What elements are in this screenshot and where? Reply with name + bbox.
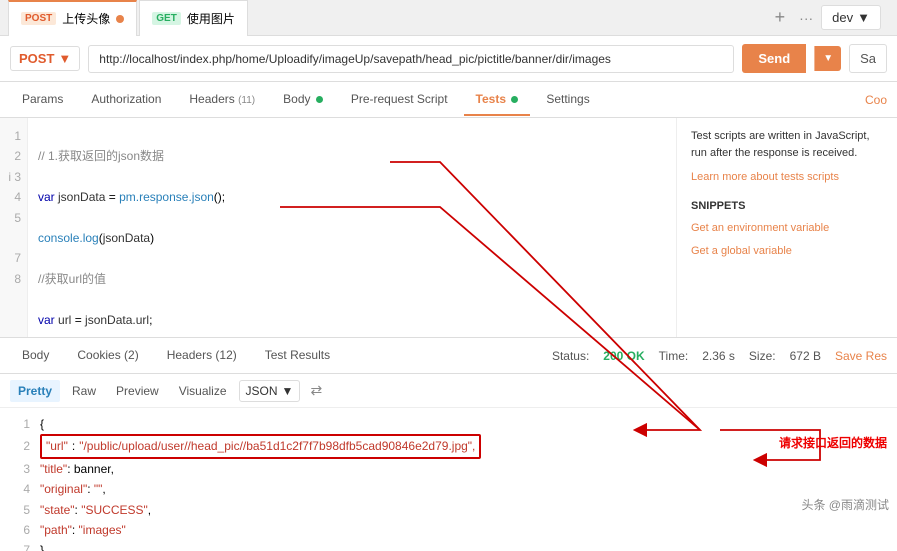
tests-dot [511,96,518,103]
code-content: // 1.获取返回的json数据 var jsonData = pm.respo… [28,118,676,337]
tab-get-image[interactable]: GET 使用图片 [139,0,248,36]
tab-headers[interactable]: Headers (11) [177,84,267,116]
resp-tab-cookies[interactable]: Cookies (2) [65,340,150,372]
response-tabs-bar: Body Cookies (2) Headers (12) Test Resul… [0,338,897,374]
line-num-2: 2 [6,146,21,166]
snippet-global-variable[interactable]: Get a global variable [691,243,883,260]
response-area: Body Cookies (2) Headers (12) Test Resul… [0,338,897,551]
format-select[interactable]: JSON ▼ [239,380,301,402]
more-tabs-button[interactable]: ··· [799,10,813,26]
main-area: 1 2 i 3 4 5 7 8 // 1.获取返回的json数据 var jso… [0,118,897,338]
line-numbers: 1 2 i 3 4 5 7 8 [0,118,28,337]
code-lines-container: 1 2 i 3 4 5 7 8 // 1.获取返回的json数据 var jso… [0,118,676,337]
code-editor[interactable]: 1 2 i 3 4 5 7 8 // 1.获取返回的json数据 var jso… [0,118,677,337]
json-line-2: 2 "url" : "/public/upload/user//head_pic… [10,434,887,458]
new-tab-button[interactable]: + [769,7,792,28]
url-input[interactable] [88,45,734,73]
page-wrapper: 请求接口返回的数据 头条 @雨滴测试 POST 上传头像 GET 使用图片 + … [0,0,897,551]
tab1-dot [116,15,124,23]
status-info: Status: 200 OK Time: 2.36 s Size: 672 B … [552,349,887,363]
time-label: Time: [659,349,689,363]
json-line-7: 7 } [10,540,887,551]
size-value: 672 B [790,349,821,363]
env-label: dev [832,10,853,25]
request-tabs: Params Authorization Headers (11) Body P… [0,82,897,118]
env-dropdown[interactable]: dev ▼ [821,5,881,30]
status-label: Status: [552,349,589,363]
snippet-env-variable[interactable]: Get an environment variable [691,220,883,237]
snippets-title: SNIPPETS [691,198,883,215]
fmt-tab-preview[interactable]: Preview [108,380,167,402]
status-value: 200 OK [603,349,644,363]
tab1-method-badge: POST [21,12,56,25]
json-viewer: 1 { 2 "url" : "/public/upload/user//head… [0,408,897,551]
resp-tab-test-results[interactable]: Test Results [253,340,342,372]
format-chevron-icon: ▼ [282,384,294,398]
send-dropdown-button[interactable]: ▼ [814,46,841,71]
env-arrow-icon: ▼ [857,10,870,25]
code-line-2: var jsonData = pm.response.json(); [38,187,666,207]
wrap-icon[interactable]: ⇄ [310,382,322,399]
right-panel: Test scripts are written in JavaScript, … [677,118,897,337]
method-label: POST [19,51,54,66]
time-value: 2.36 s [702,349,735,363]
tab-post-upload[interactable]: POST 上传头像 [8,0,137,36]
json-url-row-highlight: "url" : "/public/upload/user//head_pic//… [40,434,481,458]
cookies-link[interactable]: Coo [865,93,887,107]
resp-tab-headers[interactable]: Headers (12) [155,340,249,372]
method-select[interactable]: POST ▼ [10,46,80,71]
tab2-method-badge: GET [152,12,181,25]
line-num-4: 4 [6,187,21,207]
format-label: JSON [246,384,278,398]
code-line-4: //获取url的值 [38,269,666,289]
line-num-5: 5 [6,208,21,228]
method-chevron-icon: ▼ [58,51,71,66]
line-num-8: 8 [6,269,21,289]
body-dot [316,96,323,103]
watermark: 头条 @雨滴测试 [801,496,889,513]
code-line-1: // 1.获取返回的json数据 [38,146,666,166]
save-button[interactable]: Sa [849,44,887,73]
headers-badge: (11) [238,95,255,106]
fmt-tab-raw[interactable]: Raw [64,380,104,402]
tab-params[interactable]: Params [10,84,75,116]
tab-prerequest[interactable]: Pre-request Script [339,84,460,116]
json-line-6: 6 "path" : "images" [10,520,887,540]
code-line-3: console.log(jsonData) [38,228,666,248]
tab1-label: 上传头像 [62,10,110,27]
save-response-button[interactable]: Save Res [835,349,887,363]
json-line-3: 3 "title" : banner, [10,459,887,479]
line-num-6 [6,228,21,248]
format-bar: Pretty Raw Preview Visualize JSON ▼ ⇄ [0,374,897,408]
fmt-tab-visualize[interactable]: Visualize [171,380,235,402]
tab2-label: 使用图片 [187,10,235,27]
fmt-tab-pretty[interactable]: Pretty [10,380,60,402]
line-num-3: i 3 [6,167,21,187]
top-bar-right: + ··· dev ▼ [769,5,889,30]
tab-body[interactable]: Body [271,84,335,116]
json-line-1: 1 { [10,414,887,434]
url-bar: POST ▼ Send ▼ Sa [0,36,897,82]
resp-tab-body[interactable]: Body [10,340,61,372]
json-line-5: 5 "state" : "SUCCESS", [10,500,887,520]
learn-more-link[interactable]: Learn more about tests scripts [691,169,883,186]
line-num-1: 1 [6,126,21,146]
code-line-5: var url = jsonData.url; [38,310,666,330]
right-panel-description: Test scripts are written in JavaScript, … [691,128,883,161]
json-line-4: 4 "original" : "", [10,479,887,499]
tab-settings[interactable]: Settings [534,84,601,116]
line-num-7: 7 [6,248,21,268]
tab-authorization[interactable]: Authorization [79,84,173,116]
top-tab-bar: POST 上传头像 GET 使用图片 + ··· dev ▼ [0,0,897,36]
size-label: Size: [749,349,776,363]
send-button[interactable]: Send [742,44,806,73]
tab-tests[interactable]: Tests [464,84,531,116]
